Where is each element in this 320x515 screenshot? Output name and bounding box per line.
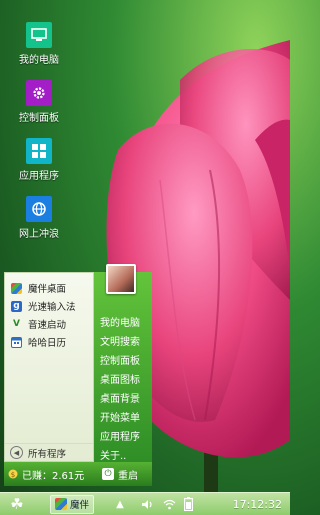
calendar-icon (11, 336, 22, 348)
desktop-icon-web-surfing[interactable]: 网上冲浪 (14, 196, 64, 240)
earnings-display: $ 已赚：2.61元 (4, 467, 98, 482)
tray-expand-icon[interactable]: ▲ (114, 499, 126, 510)
svg-text:$: $ (11, 471, 15, 479)
power-icon: ⏻ (102, 468, 114, 480)
earnings-label: 已赚：2.61元 (22, 470, 85, 482)
g-icon: g (11, 300, 22, 312)
desktop-icon-label: 控制面板 (19, 113, 59, 124)
app-item-calendar[interactable]: 哈哈日历 (5, 333, 93, 351)
app-item-label: 光速输入法 (28, 302, 76, 313)
desktop-icon-control-panel[interactable]: 控制面板 (14, 80, 64, 124)
shortcut-about[interactable]: 关于.. (100, 447, 126, 462)
desktop-icon-label: 应用程序 (19, 171, 59, 182)
desktop-icon-applications[interactable]: 应用程序 (14, 138, 64, 182)
volume-icon[interactable] (140, 499, 154, 510)
taskbar: ☘ 魔伴 ▲ 17:12:32 (0, 492, 290, 515)
clover-icon: ☘ (10, 495, 24, 513)
shortcut-applications[interactable]: 应用程序 (100, 428, 140, 443)
avatar[interactable] (106, 264, 136, 294)
battery-icon[interactable] (182, 497, 194, 511)
arrow-left-icon: ◀ (10, 446, 23, 459)
start-menu-shortcuts: 我的电脑 文明搜索 控制面板 桌面图标 桌面背景 开始菜单 应用程序 关于.. (94, 264, 152, 462)
shortcut-desktop-icons[interactable]: 桌面图标 (100, 371, 140, 386)
coin-icon: $ (8, 469, 18, 479)
restart-button[interactable]: ⏻ 重启 (102, 467, 138, 482)
start-menu: 魔伴桌面 g 光速输入法 V 音速启动 哈哈日历 ◀ 所有程序 我的电脑 文明搜… (4, 264, 152, 492)
grid-icon (26, 138, 52, 164)
shortcut-search[interactable]: 文明搜索 (100, 333, 140, 348)
desktop-icon-label: 我的电脑 (19, 55, 59, 66)
app-item-label: 哈哈日历 (28, 338, 67, 349)
app-item-input-method[interactable]: g 光速输入法 (5, 297, 93, 315)
globe-icon (26, 196, 52, 222)
shortcut-start-menu[interactable]: 开始菜单 (100, 409, 140, 424)
pinwheel-icon (11, 282, 22, 294)
restart-label: 重启 (118, 470, 138, 482)
start-button[interactable]: ☘ (6, 493, 28, 515)
desktop-icon-my-computer[interactable]: 我的电脑 (14, 22, 64, 66)
pinwheel-icon (55, 498, 67, 510)
app-item-label: 音速启动 (28, 320, 67, 331)
app-item-moban-desktop[interactable]: 魔伴桌面 (5, 279, 93, 297)
taskbar-app-label: 魔伴 (70, 500, 90, 511)
app-item-quick-launch[interactable]: V 音速启动 (5, 315, 93, 333)
all-programs-button[interactable]: ◀ 所有程序 (5, 443, 93, 461)
app-item-label: 魔伴桌面 (28, 284, 67, 295)
gear-icon (26, 80, 52, 106)
all-programs-label: 所有程序 (28, 448, 67, 460)
wifi-icon[interactable] (162, 499, 176, 510)
shortcut-my-computer[interactable]: 我的电脑 (100, 314, 140, 329)
start-menu-app-list: 魔伴桌面 g 光速输入法 V 音速启动 哈哈日历 ◀ 所有程序 (4, 272, 94, 462)
monitor-icon (26, 22, 52, 48)
shortcut-control-panel[interactable]: 控制面板 (100, 352, 140, 367)
shortcut-desktop-background[interactable]: 桌面背景 (100, 390, 140, 405)
v-icon: V (13, 319, 20, 329)
clock: 17:12:32 (232, 497, 282, 511)
taskbar-app-moban[interactable]: 魔伴 (50, 494, 95, 514)
start-menu-footer: $ 已赚：2.61元 ⏻ 重启 (4, 462, 152, 486)
desktop-icon-label: 网上冲浪 (19, 229, 59, 240)
